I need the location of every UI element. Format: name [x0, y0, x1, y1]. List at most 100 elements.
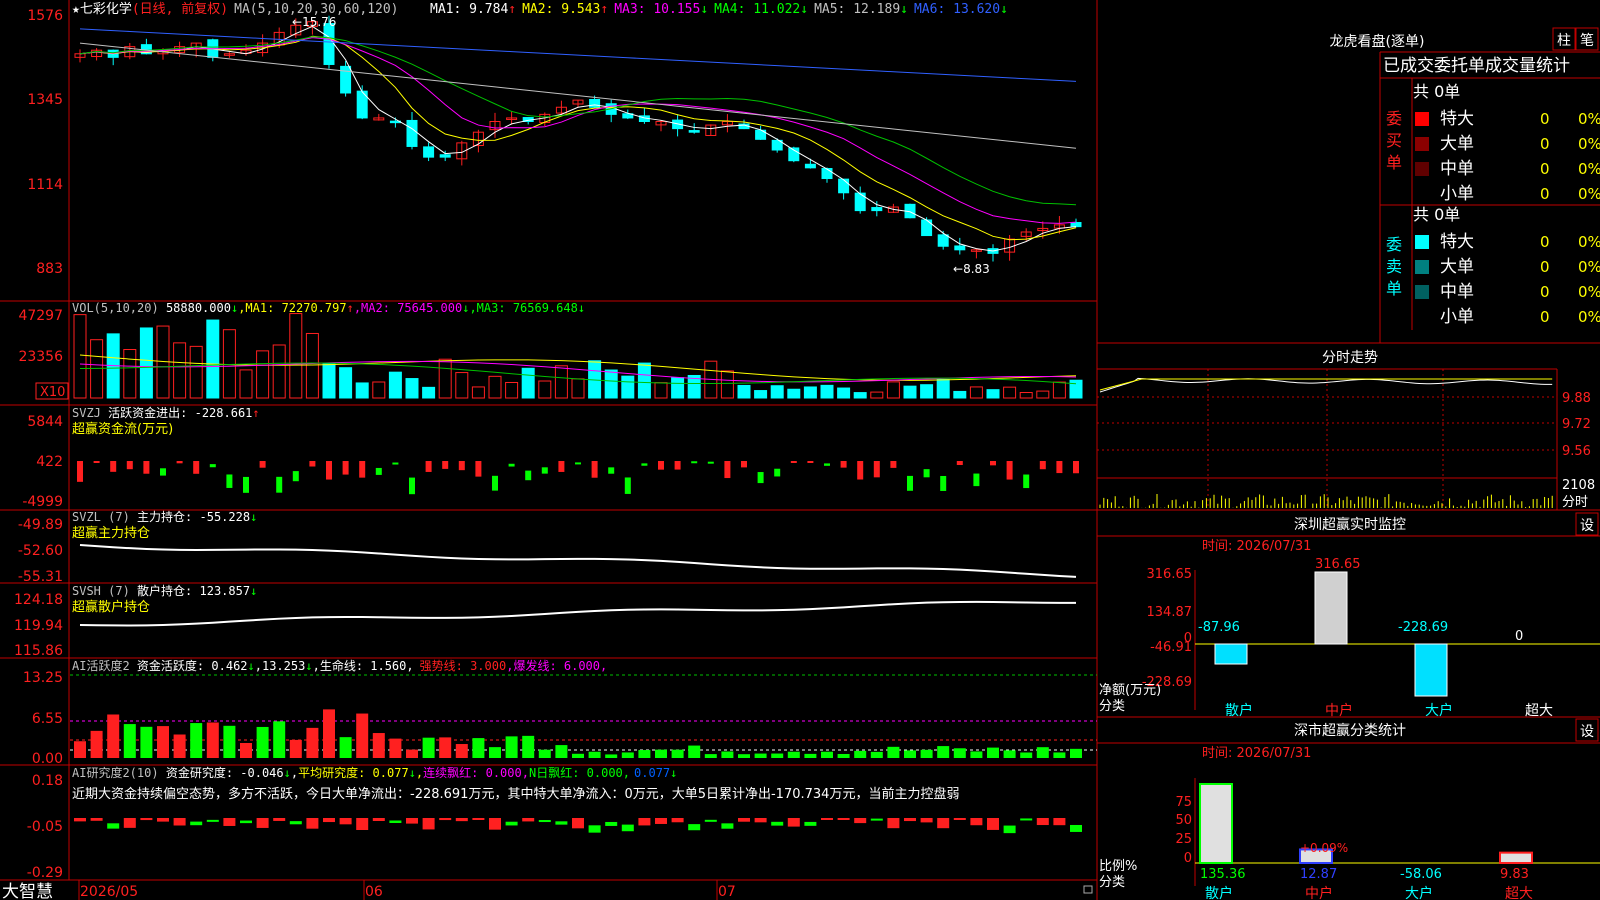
order-color-swatch — [1415, 310, 1429, 324]
flow-bar — [824, 463, 830, 466]
class-category-label: 分类 — [1099, 875, 1125, 890]
monitor-bar — [1314, 571, 1348, 645]
flow-bar — [674, 461, 681, 470]
monitor-value: 316.65 — [1315, 557, 1361, 572]
lock-icon[interactable] — [1083, 885, 1093, 894]
class-value: 12.87 — [1300, 867, 1337, 882]
order-value: 0 — [1540, 185, 1550, 203]
volume-bar — [1052, 381, 1066, 399]
research-bar — [970, 818, 983, 826]
flow-bar — [741, 461, 747, 468]
order-color-swatch — [1415, 112, 1429, 126]
activity-bar — [223, 725, 236, 758]
research-bar — [655, 818, 667, 824]
flow-bar — [425, 461, 432, 472]
monitor-bar — [1414, 643, 1448, 697]
order-value: 0 — [1540, 135, 1550, 153]
class-time: 时间: 2026/07/31 — [1202, 746, 1311, 761]
activity-bar — [704, 754, 717, 758]
order-label: 小单 — [1440, 184, 1474, 204]
monitor-title: 深圳超赢实时监控 — [1294, 516, 1406, 533]
candle — [1070, 222, 1082, 228]
period-label[interactable]: (日线, 前复权) — [132, 1, 228, 17]
flow-bar — [359, 461, 366, 478]
sell-total: 共 0单 — [1413, 205, 1460, 224]
candle — [589, 99, 601, 108]
axis-label: 124.18 — [14, 592, 63, 608]
axis-label: 5844 — [27, 414, 63, 430]
research-bar — [953, 818, 966, 820]
research-bar — [206, 819, 219, 822]
activity-bar — [140, 726, 153, 758]
volume-bar — [455, 372, 469, 399]
activity-bar — [74, 741, 86, 758]
activity-bar — [572, 753, 584, 758]
research-bar — [1070, 824, 1082, 832]
app-name[interactable]: 大智慧 — [2, 882, 53, 900]
activity-bar — [953, 748, 966, 758]
axis-label: -0.05 — [27, 819, 63, 835]
axis-label: -4999 — [22, 494, 63, 510]
activity-bar — [422, 737, 435, 758]
activity-bar — [389, 738, 402, 758]
activity-bar — [256, 726, 269, 758]
activity-bar — [738, 754, 750, 758]
volume-bar — [1003, 386, 1017, 399]
volume-bar — [920, 384, 934, 399]
axis-label: -55.31 — [18, 569, 63, 585]
research-bar — [904, 818, 916, 822]
activity-bar — [157, 726, 169, 758]
volume-bar — [903, 385, 917, 399]
flow-bar — [641, 463, 648, 466]
activity-bar — [837, 753, 850, 758]
volume-bar — [405, 378, 419, 399]
flow-bar — [392, 462, 399, 465]
activity-bar — [190, 723, 203, 758]
axis-label: 9.88 — [1562, 391, 1591, 406]
research-bar — [256, 818, 269, 828]
axis-label: 47297 — [18, 308, 63, 324]
activity-bar — [638, 750, 651, 758]
class-bar-chart: 135.36 散户 12.87 中户 -58.06 大户 9.83 超大 +0.09% — [1195, 783, 1600, 900]
order-percent: 0% — [1578, 160, 1600, 178]
volume-bar — [505, 381, 519, 399]
research-bar — [870, 818, 883, 821]
candle — [323, 23, 335, 65]
activity-bar — [240, 742, 252, 758]
volume-bar — [388, 371, 402, 399]
research-bar — [140, 818, 153, 821]
monitor-time: 时间: 2026/07/31 — [1202, 539, 1311, 554]
activity-bar — [754, 753, 767, 758]
activity-bar — [372, 733, 385, 758]
volume-bar — [837, 387, 851, 399]
flow-bar — [292, 471, 299, 482]
research-bar — [804, 821, 817, 826]
research-bar — [821, 818, 833, 820]
class-settings-label: 设 — [1580, 724, 1594, 740]
high-price-label: ←15.76 — [292, 15, 336, 29]
activity-bar — [90, 730, 103, 758]
flow-bar — [624, 477, 631, 494]
activity-bar — [505, 736, 518, 758]
activity-bar — [273, 721, 286, 758]
flow-bar — [226, 474, 233, 488]
monitor-category: 大户 — [1425, 702, 1453, 719]
axis-label: 0 — [1184, 851, 1192, 866]
axis-label: 6.55 — [32, 711, 63, 727]
research-bar — [123, 818, 136, 828]
monitor-value: -228.69 — [1398, 620, 1448, 635]
volume-bar — [870, 391, 884, 399]
stock-title[interactable]: ★七彩化学 — [72, 1, 132, 17]
axis-label: 50 — [1175, 813, 1192, 828]
vol-unit: X10 — [40, 385, 65, 400]
volume-bar — [222, 329, 236, 399]
activity-bar — [107, 714, 120, 758]
research-bar — [356, 818, 369, 830]
research-bar — [157, 818, 169, 822]
volume-bar — [322, 363, 336, 399]
activity-bar — [804, 753, 817, 758]
volume-bar — [820, 384, 834, 399]
volume-bar — [471, 386, 485, 399]
order-label: 特大 — [1440, 232, 1474, 252]
volume-bar — [355, 382, 369, 399]
